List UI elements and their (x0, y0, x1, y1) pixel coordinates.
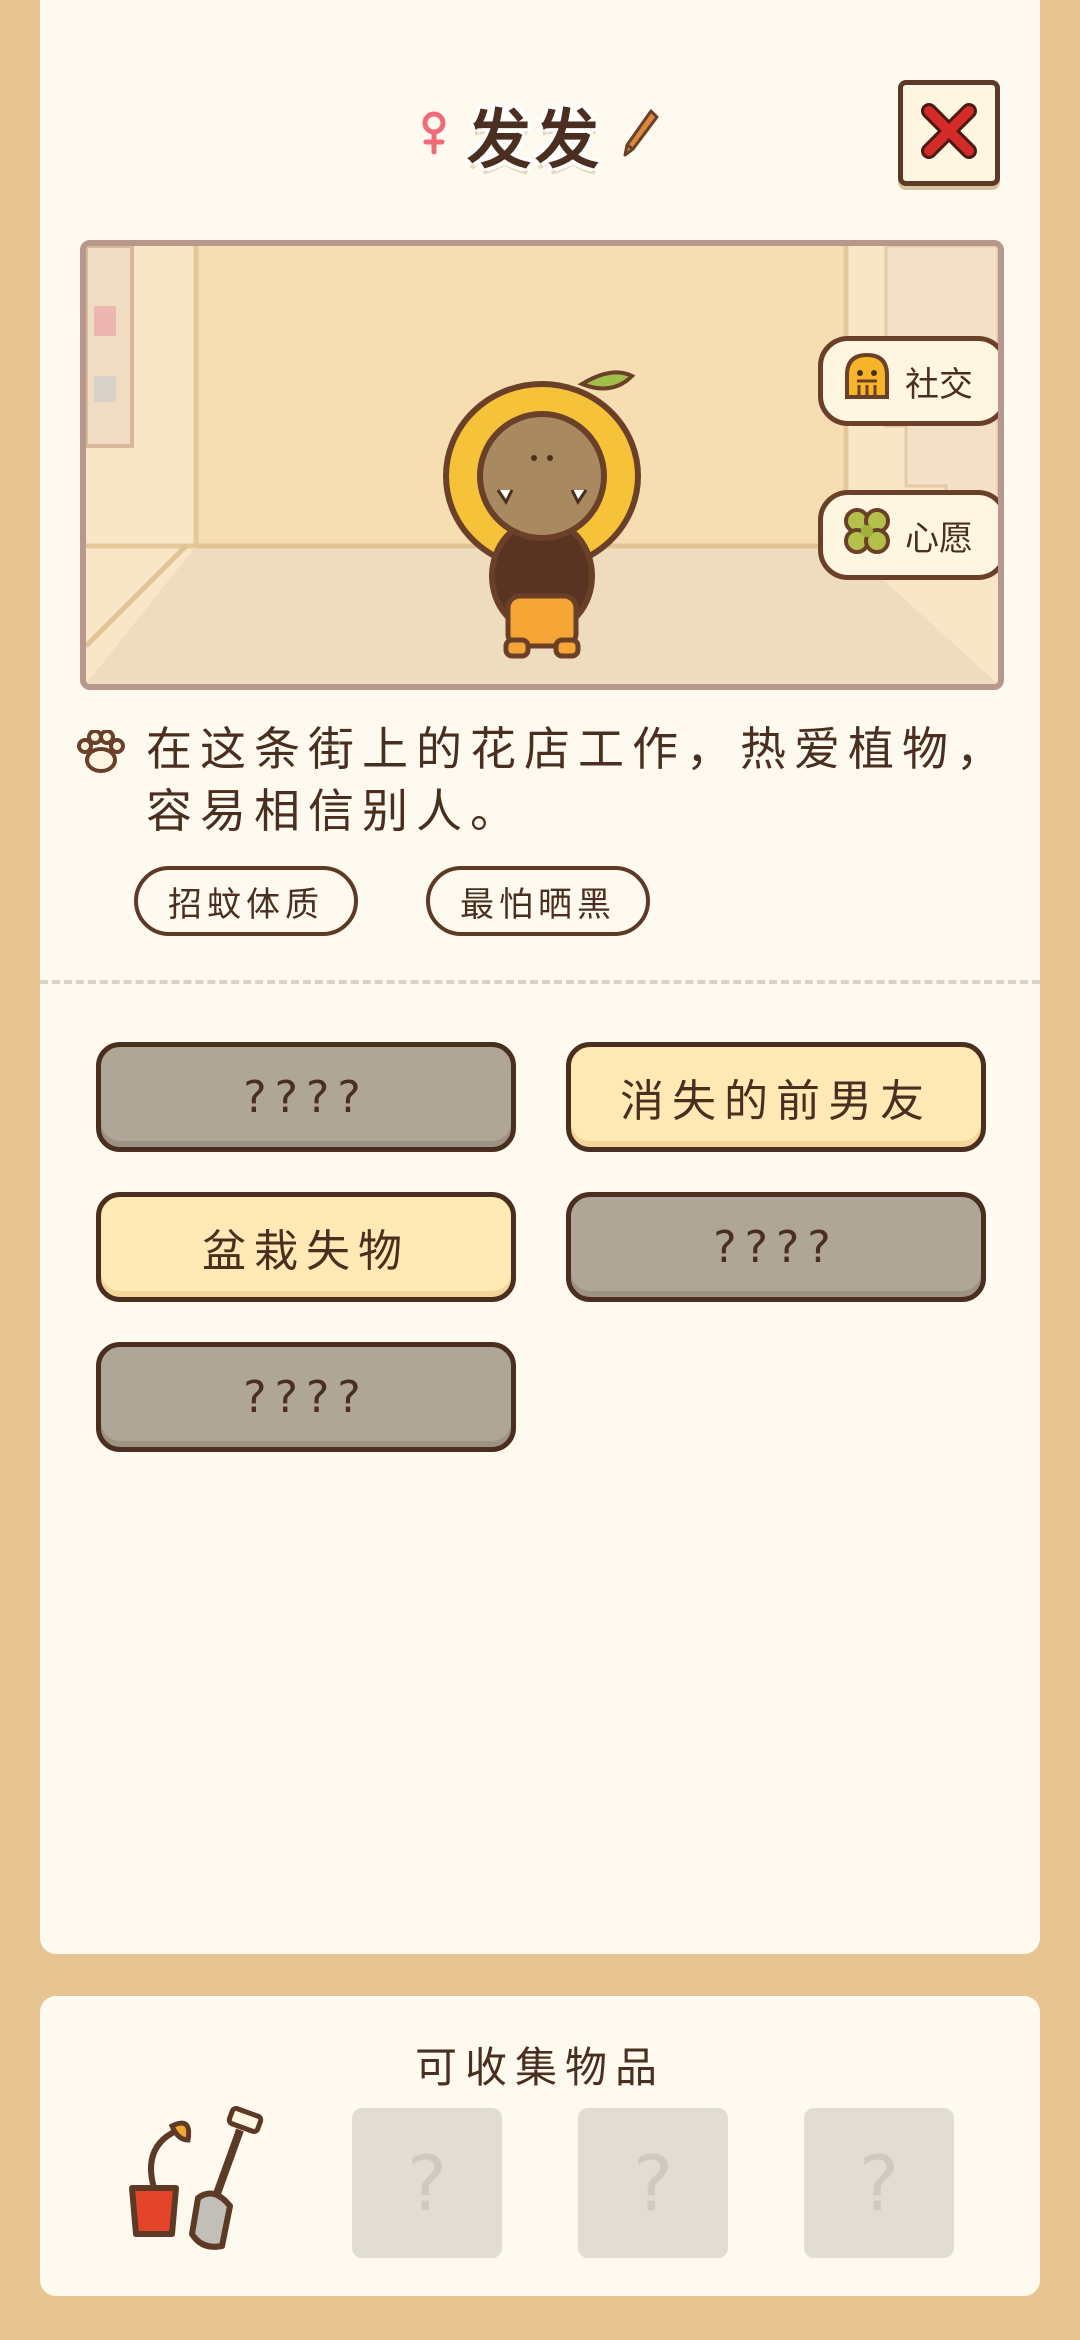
clover-icon (841, 505, 893, 566)
story-locked-2[interactable]: ???? (566, 1192, 986, 1302)
collectible-item-4[interactable]: ? (804, 2108, 954, 2258)
tag-tanning: 最怕晒黑 (426, 866, 650, 936)
character-scene: 社交 心愿 (80, 240, 1004, 690)
character-card: 发发 社交 心愿 在这条街上的花店工作，热爱植物，容易相信别人。 招蚊体质 最怕… (40, 0, 1040, 1954)
collectible-item-2[interactable]: ? (352, 2108, 502, 2258)
collectible-item-1[interactable] (122, 2105, 272, 2256)
wish-label: 心愿 (905, 518, 973, 559)
description-text: 在这条街上的花店工作，热爱植物，容易相信别人。 (146, 722, 1010, 838)
social-button[interactable]: 社交 (818, 336, 998, 426)
story-locked-3[interactable]: ???? (96, 1342, 516, 1452)
description: 在这条街上的花店工作，热爱植物，容易相信别人。 (76, 718, 1016, 842)
room-illustration (86, 246, 998, 684)
character-name: 发发 (467, 104, 603, 178)
social-label: 社交 (905, 364, 973, 405)
title-row: 发发 (40, 90, 1040, 180)
tag-mosquito: 招蚊体质 (134, 866, 358, 936)
collectibles-card: 可收集物品 ? ? ? (40, 1996, 1040, 2296)
ghost-icon (841, 351, 893, 412)
story-missing-ex-boyfriend[interactable]: 消失的前男友 (566, 1042, 986, 1152)
collectible-item-3[interactable]: ? (578, 2108, 728, 2258)
divider (40, 980, 1040, 984)
pencil-icon[interactable] (621, 107, 661, 163)
story-locked-1[interactable]: ???? (96, 1042, 516, 1152)
collectibles-title: 可收集物品 (414, 2043, 665, 2092)
wish-button[interactable]: 心愿 (818, 490, 998, 580)
paw-icon (76, 729, 126, 842)
close-x-icon (919, 101, 979, 165)
flowerpot-shovel-icon (122, 2105, 272, 2260)
close-button[interactable] (898, 80, 1000, 186)
female-icon (419, 110, 449, 160)
story-bonsai-lost-item[interactable]: 盆栽失物 (96, 1192, 516, 1302)
